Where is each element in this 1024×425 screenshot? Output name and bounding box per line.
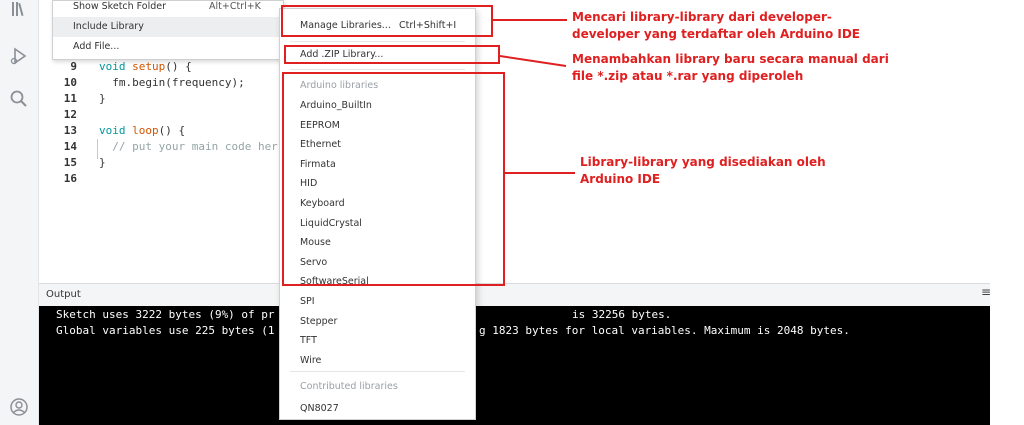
code-token: void (99, 60, 133, 73)
annotation-zip-text: Menambahkan library baru secara manual d… (572, 51, 902, 85)
annotation-line: Menambahkan library baru secara manual d… (572, 52, 889, 66)
annotation-manage-text: Mencari library-library dari developer- … (572, 9, 862, 43)
right-strip (990, 0, 1024, 425)
annotation-libs-text: Library-library yang disediakan oleh Ard… (580, 154, 860, 188)
output-menu-icon[interactable]: ≡ (981, 285, 991, 299)
code-text: fm.begin(frequency); (99, 75, 245, 91)
annotation-line: Mencari library-library dari developer- (572, 10, 832, 24)
contributed-libraries-header: Contributed libraries (300, 381, 398, 392)
annotation-box-add-zip (284, 45, 500, 64)
library-item[interactable]: SPI (300, 292, 315, 311)
console-line-2b: g 1823 bytes for local variables. Maximu… (479, 324, 850, 337)
menu-separator (290, 41, 465, 42)
menu-item-add-file[interactable]: Add File... (53, 37, 283, 57)
menu-item-label: Add File... (73, 41, 120, 52)
code-token: fm.begin(frequency); (99, 76, 245, 89)
activity-sidebar (0, 0, 39, 425)
code-token: // put your main code her (99, 140, 278, 153)
line-number: 11 (63, 92, 77, 105)
library-item[interactable]: Stepper (300, 312, 337, 331)
menu-item-label: Include Library (73, 21, 144, 32)
line-number: 13 (63, 124, 77, 137)
menu-separator (290, 371, 465, 372)
code-token: } (99, 156, 106, 169)
library-icon[interactable] (9, 0, 29, 20)
line-number: 9 (70, 60, 77, 73)
code-token: loop (132, 124, 159, 137)
account-icon[interactable] (9, 397, 29, 417)
code-text: void loop() { (99, 123, 185, 139)
line-number: 14 (63, 140, 77, 153)
line-number: 10 (63, 76, 77, 89)
code-text: void setup() { (99, 59, 192, 75)
code-token: } (99, 92, 106, 105)
console-line-1a: Sketch uses 3222 bytes (9%) of pr (56, 308, 275, 321)
annotation-line: file *.zip atau *.rar yang diperoleh (572, 69, 804, 83)
library-item-qn8027[interactable]: QN8027 (300, 399, 339, 418)
menu-item-show-sketch-folder[interactable]: Show Sketch Folder Alt+Ctrl+K (53, 0, 283, 17)
menu-separator (290, 69, 465, 70)
output-panel-header: Output (39, 283, 990, 307)
search-icon[interactable] (9, 89, 29, 109)
output-title: Output (46, 289, 81, 300)
annotation-box-arduino-libs (282, 72, 505, 286)
annotation-line: developer yang terdaftar oleh Arduino ID… (572, 27, 860, 41)
code-text: // put your main code her (99, 139, 278, 155)
annotation-box-manage (281, 5, 493, 37)
menu-item-label: Show Sketch Folder (73, 1, 167, 12)
library-item[interactable]: Wire (300, 351, 321, 370)
line-number: 12 (63, 108, 77, 121)
code-text: } (99, 91, 106, 107)
menu-item-include-library[interactable]: Include Library (53, 17, 283, 37)
line-number: 15 (63, 156, 77, 169)
line-number: 16 (63, 172, 77, 185)
code-token: setup (132, 60, 166, 73)
debug-icon[interactable] (9, 46, 29, 66)
console-line-1b: is 32256 bytes. (572, 308, 672, 321)
menu-item-shortcut: Alt+Ctrl+K (209, 1, 261, 12)
annotation-line: Arduino IDE (580, 172, 661, 186)
sketch-menu: Show Sketch Folder Alt+Ctrl+K Include Li… (52, 0, 284, 60)
output-console: Sketch uses 3222 bytes (9%) of pr is 322… (39, 306, 990, 425)
console-line-2a: Global variables use 225 bytes (1 (56, 324, 275, 337)
code-token: () { (165, 60, 192, 73)
library-item[interactable]: TFT (300, 331, 317, 350)
annotation-line: Library-library yang disediakan oleh (580, 155, 826, 169)
code-token: void (99, 124, 133, 137)
code-text: } (99, 155, 106, 171)
code-token: () { (158, 124, 186, 137)
